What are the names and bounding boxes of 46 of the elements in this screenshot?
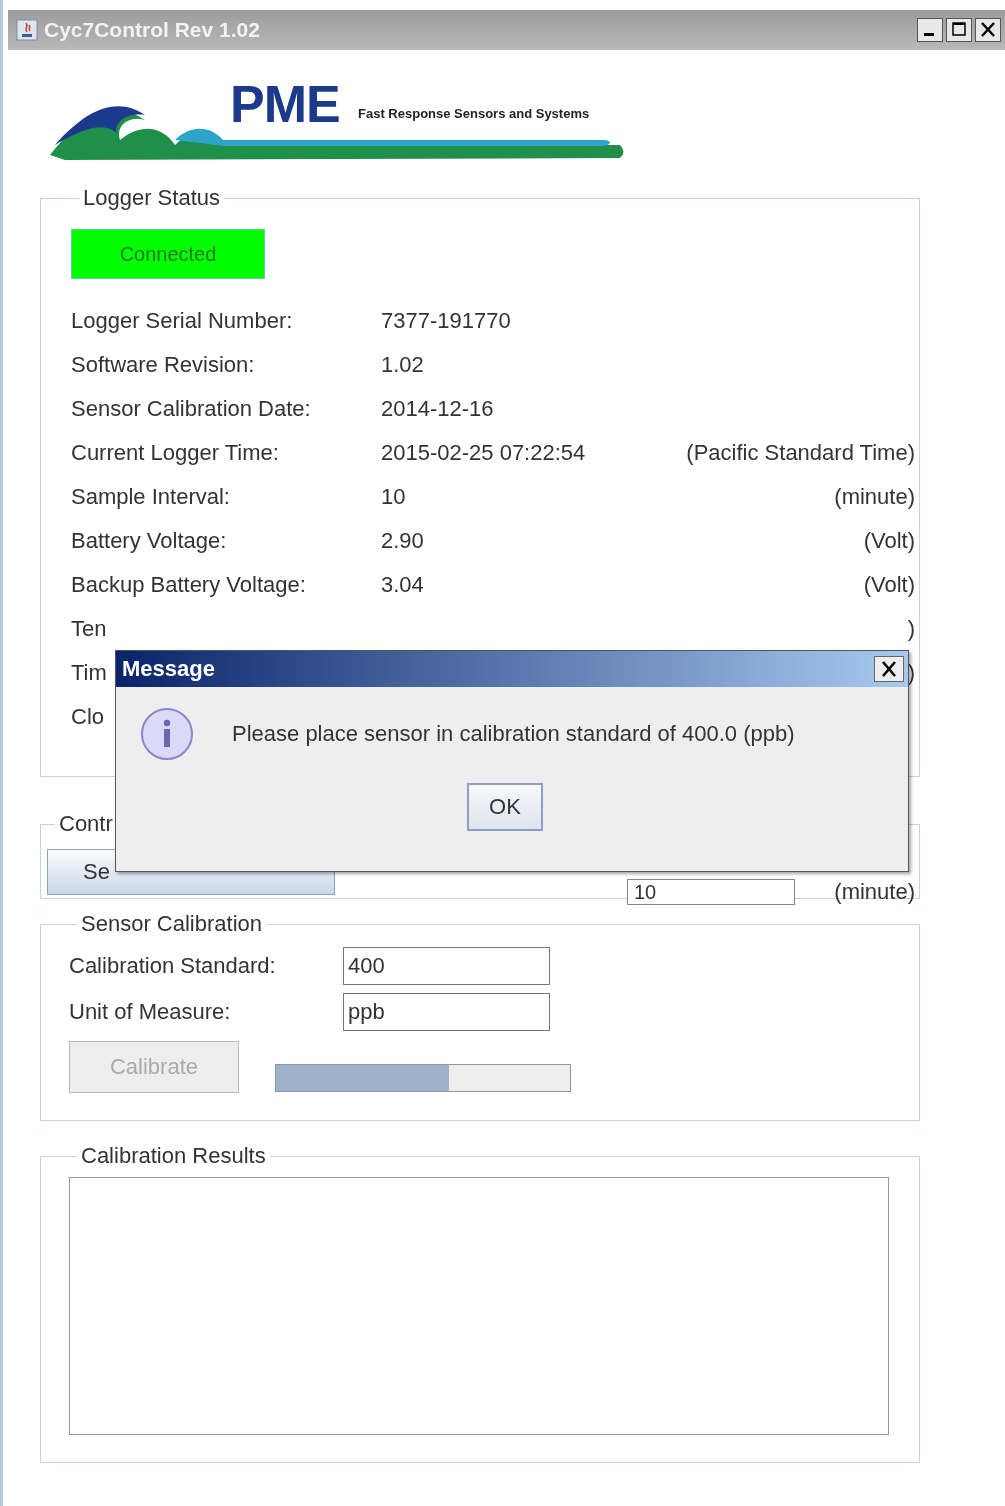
minimize-icon[interactable] (917, 18, 943, 42)
group-title: Calibration Results (80, 1143, 267, 1169)
field-value: 2014-12-16 (381, 396, 494, 421)
field-value: 1.02 (381, 352, 424, 377)
group-title: Sensor Calibration (80, 911, 263, 937)
group-title: Contr (58, 811, 114, 837)
input-field[interactable]: ppb (343, 993, 550, 1031)
field-value: 7377-191770 (381, 308, 511, 333)
interval-field[interactable]: 10 (627, 879, 795, 905)
unit-label: (Pacific Standard Time) (686, 440, 915, 465)
field-label: Backup Battery Voltage: (71, 572, 306, 597)
connection-indicator: Connected (71, 229, 265, 279)
unit-label: (minute) (834, 879, 915, 905)
ok-button[interactable]: OK (467, 783, 543, 831)
field-label: Calibration Standard: (69, 953, 277, 979)
field-label: Ten (71, 616, 107, 641)
field-label: Software Revision: (71, 352, 255, 377)
info-icon (140, 707, 194, 761)
maximize-icon[interactable] (946, 18, 972, 42)
logo-name: PME (230, 74, 340, 134)
field-label: Current Logger Time: (71, 440, 279, 465)
field-value: 2.90 (381, 528, 424, 553)
field-label: Unit of Measure: (69, 999, 232, 1025)
field-label: Sample Interval: (71, 484, 230, 509)
field-label: Battery Voltage: (71, 528, 227, 553)
field-value: 2015-02-25 07:22:54 (381, 440, 586, 465)
unit-label: (Volt) (863, 528, 915, 553)
input-field[interactable]: 400 (343, 947, 550, 985)
unit-label: (minute) (834, 484, 915, 509)
logo-tagline: Fast Response Sensors and Systems (358, 106, 590, 121)
unit-label: ) (907, 616, 915, 641)
field-label: Logger Serial Number: (71, 308, 293, 333)
close-icon[interactable] (874, 656, 904, 682)
field-value: 3.04 (381, 572, 424, 597)
group-title: Logger Status (82, 185, 221, 211)
field-value: 10 (381, 484, 406, 509)
field-label: Sensor Calibration Date: (71, 396, 311, 421)
dialog-message: Please place sensor in calibration standard of 400.0 (ppb) (232, 721, 795, 747)
field-label: Tim (71, 660, 107, 685)
unit-label: (Volt) (863, 572, 915, 597)
dialog-title: Message (122, 656, 215, 682)
app-icon (16, 19, 38, 41)
unit-label: ) (907, 660, 915, 685)
close-icon[interactable] (975, 18, 1001, 42)
window-title: Cyc7Control Rev 1.02 (44, 18, 261, 42)
field-label: Clo (71, 704, 104, 729)
